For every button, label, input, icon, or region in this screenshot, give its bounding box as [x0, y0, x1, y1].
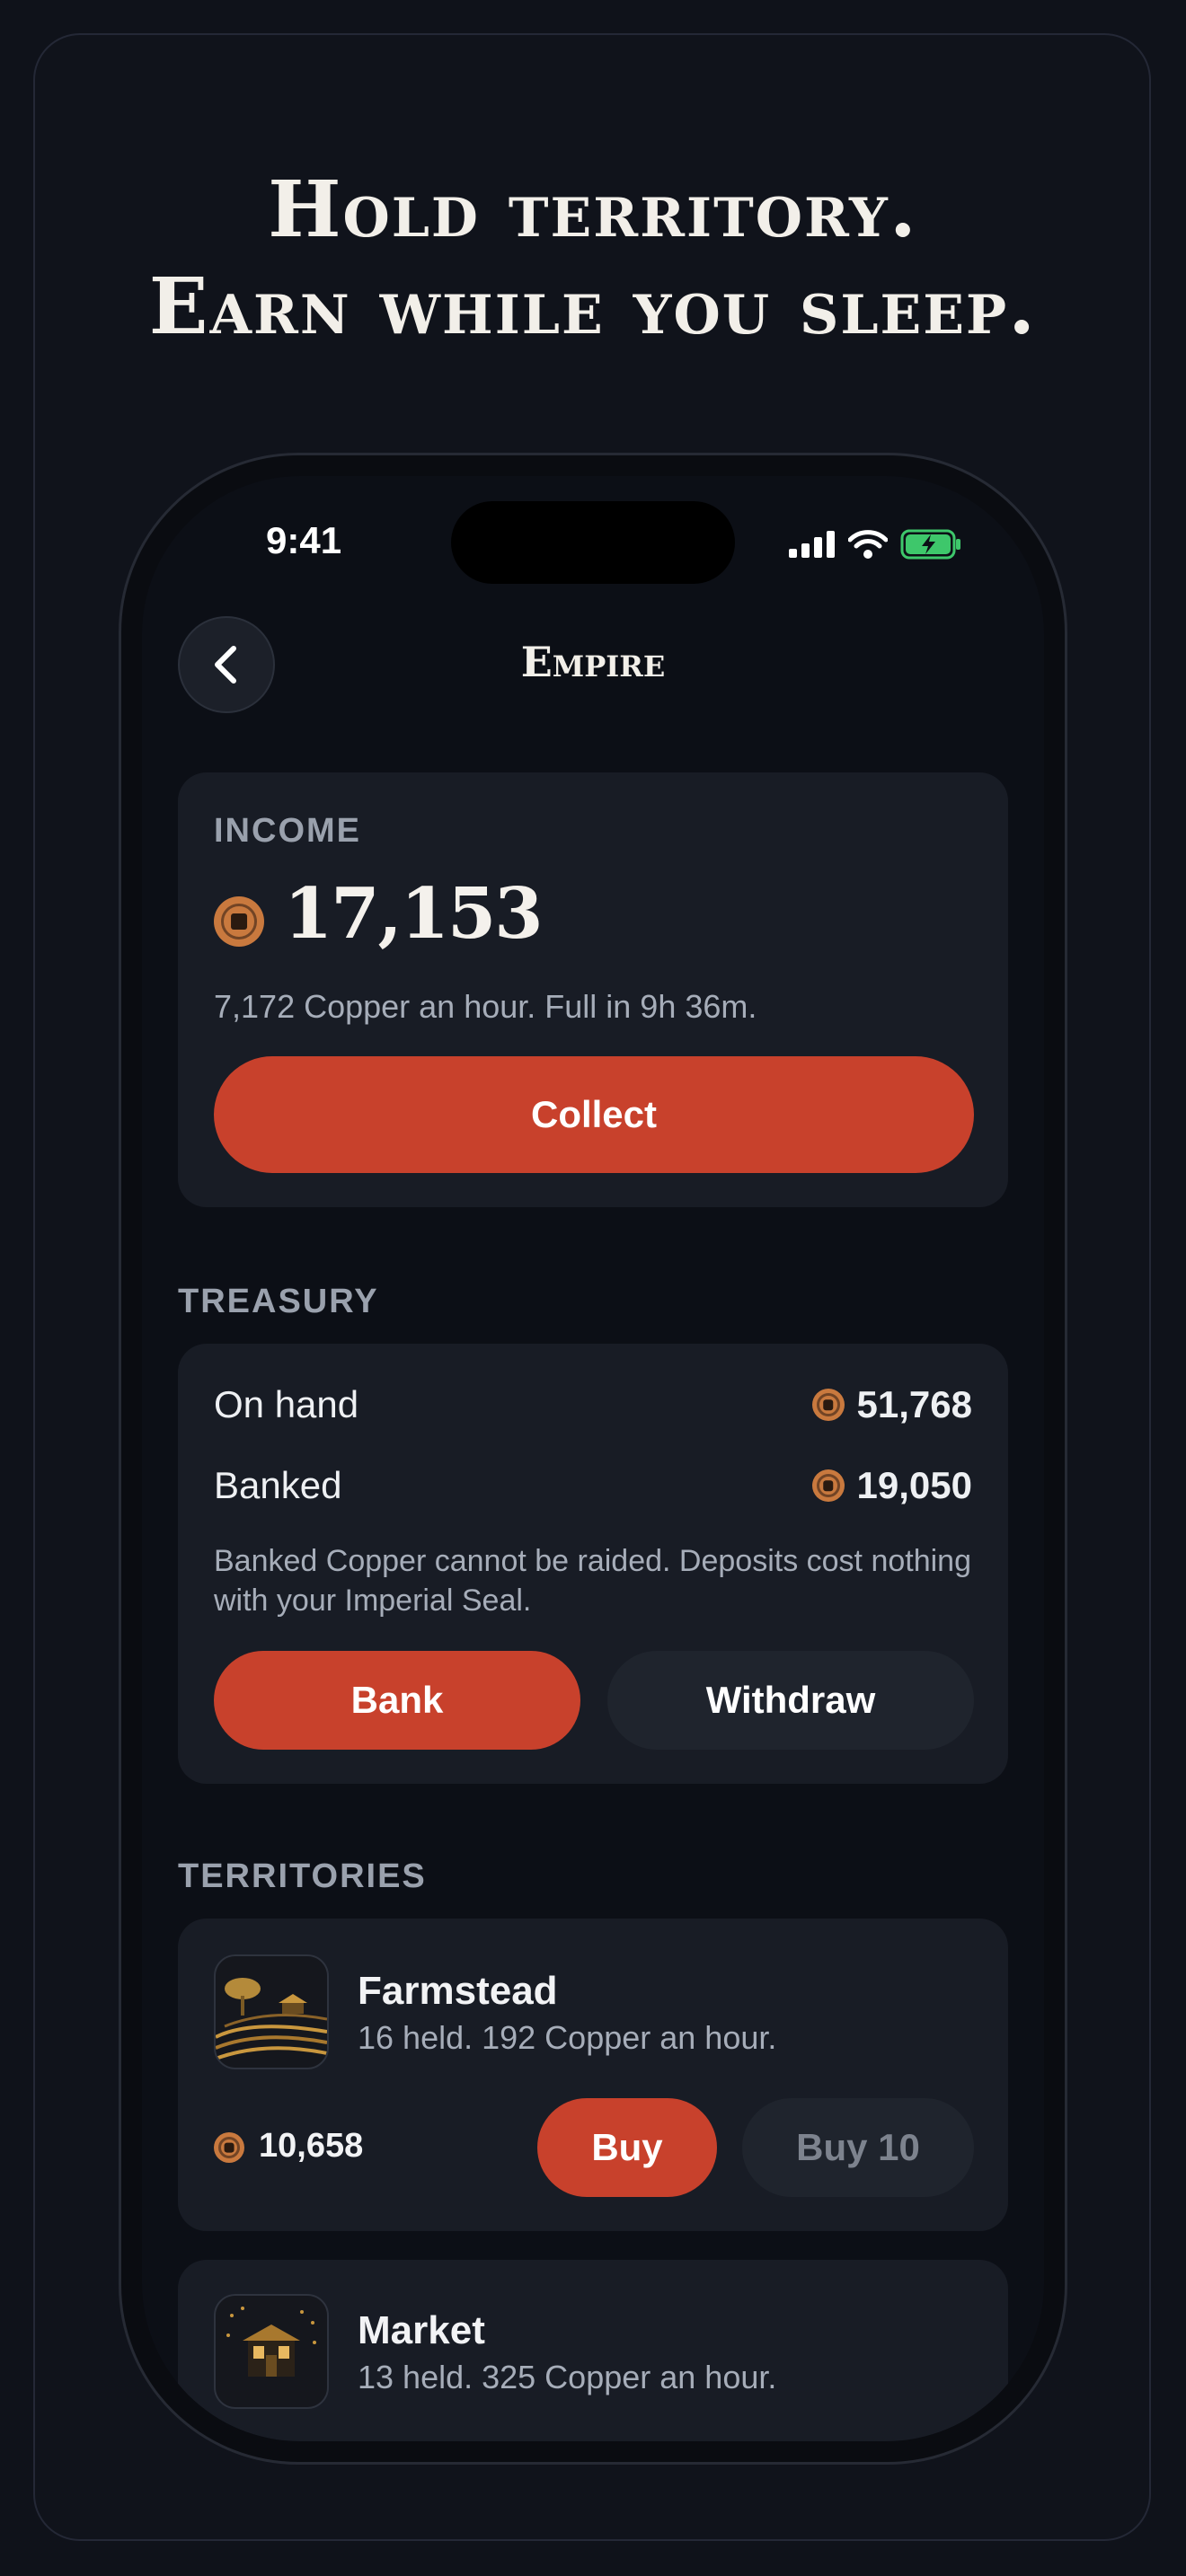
buy-button[interactable]: Buy [537, 2098, 717, 2197]
market-stall-icon [214, 2294, 329, 2409]
territory-card-market: Market 13 held. 325 Copper an hour. [178, 2260, 1008, 2441]
bank-button[interactable]: Bank [214, 1651, 580, 1750]
status-time: 9:41 [266, 519, 342, 561]
page-title: Empire [520, 638, 666, 686]
headline-line-2: Earn while you sleep. [148, 261, 1038, 352]
copper-coin-icon [811, 1389, 845, 1421]
on-hand-label: On hand [214, 1383, 359, 1425]
withdraw-button[interactable]: Withdraw [607, 1651, 974, 1750]
banked-value: 19,050 [856, 1464, 972, 1506]
copper-coin-icon [214, 2132, 244, 2163]
status-icons [789, 528, 961, 560]
banked-row: Banked 19,050 [214, 1464, 972, 1507]
income-card: INCOME 17,153 7,172 Copper an hour. Full… [178, 772, 1008, 1207]
dynamic-island [451, 501, 735, 584]
on-hand-row: On hand 51,768 [214, 1383, 972, 1426]
wifi-icon [848, 530, 888, 559]
territory-subtitle: 16 held. 192 Copper an hour. [358, 2019, 777, 2056]
on-hand-value: 51,768 [856, 1383, 972, 1425]
battery-charging-icon [900, 529, 960, 560]
treasury-card: On hand 51,768 Banked 19,050 Banked Copp… [178, 1344, 1008, 1784]
buy-10-button[interactable]: Buy 10 [742, 2098, 974, 2197]
copper-coin-icon [214, 896, 264, 947]
copper-coin-icon [811, 1469, 845, 1502]
territory-name: Farmstead [358, 1969, 558, 2013]
territory-card-farmstead: Farmstead 16 held. 192 Copper an hour. 1… [178, 1919, 1008, 2231]
banked-label: Banked [214, 1464, 342, 1506]
territory-price: 10,658 [259, 2127, 364, 2165]
treasury-label: TREASURY [178, 1283, 379, 1320]
income-amount: 17,153 [284, 873, 544, 955]
treasury-note: Banked Copper cannot be raided. Deposits… [214, 1544, 971, 1618]
headline: Hold territory. Earn while you sleep. [0, 162, 1186, 356]
territories-label: TERRITORIES [178, 1857, 427, 1895]
territory-subtitle: 13 held. 325 Copper an hour. [358, 2359, 777, 2395]
phone-screen: 9:41 Empire INCOME 17,153 7,172 Copper a… [142, 476, 1044, 2441]
farm-terraces-icon [214, 1954, 329, 2069]
cellular-signal-icon [789, 531, 835, 558]
income-label: INCOME [214, 812, 361, 850]
headline-line-1: Hold territory. [268, 164, 918, 255]
collect-button[interactable]: Collect [214, 1056, 974, 1173]
territory-name: Market [358, 2308, 485, 2352]
income-subtitle: 7,172 Copper an hour. Full in 9h 36m. [214, 988, 757, 1025]
